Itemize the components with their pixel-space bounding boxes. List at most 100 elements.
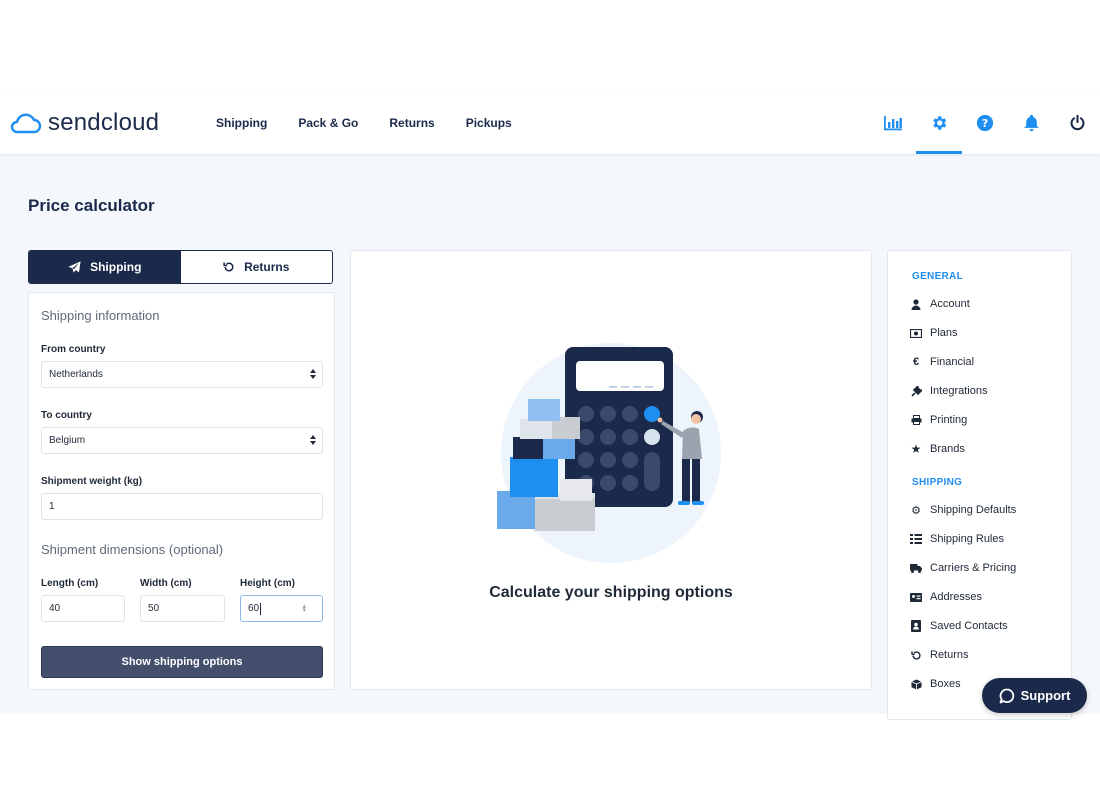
sidebar-item-brands[interactable]: ★ Brands [910, 442, 965, 456]
bell-icon [1023, 114, 1039, 132]
results-placeholder-text: Calculate your shipping options [489, 584, 733, 601]
sidebar-item-returns[interactable]: Returns [910, 649, 969, 661]
shipping-heading: SHIPPING [912, 477, 963, 488]
to-country-select[interactable]: Belgium [41, 427, 323, 454]
tab-shipping-label: Shipping [90, 260, 142, 274]
sendcloud-logo[interactable]: sendcloud [8, 109, 159, 137]
sidebar-item-shipping-defaults[interactable]: ⚙ Shipping Defaults [910, 504, 1016, 517]
shipping-form: Shipping information From country Nether… [28, 292, 335, 690]
page-title: Price calculator [28, 196, 155, 215]
sidebar-item-boxes[interactable]: Boxes [910, 678, 961, 690]
from-country-value: Netherlands [49, 369, 103, 380]
support-button[interactable]: Support [982, 678, 1087, 713]
settings-button[interactable] [916, 92, 962, 154]
sidebar-item-label: Brands [930, 443, 965, 455]
sidebar-item-shipping-rules[interactable]: Shipping Rules [910, 533, 1004, 545]
calculator-tabs: Shipping Returns [28, 250, 333, 284]
nav-pickups[interactable]: Pickups [466, 116, 512, 130]
truck-icon [910, 562, 922, 574]
paper-plane-icon [68, 260, 81, 273]
tab-shipping[interactable]: Shipping [29, 251, 181, 283]
sidebar-item-carriers-pricing[interactable]: Carriers & Pricing [910, 562, 1016, 574]
general-heading: GENERAL [912, 271, 963, 282]
sidebar-item-label: Carriers & Pricing [930, 562, 1017, 574]
weight-input[interactable]: 1 [41, 493, 323, 520]
from-country-select[interactable]: Netherlands [41, 361, 323, 388]
cloud-logo-icon [10, 113, 42, 134]
undo-icon [223, 262, 234, 272]
length-input[interactable]: 40 [41, 595, 125, 622]
weight-label: Shipment weight (kg) [41, 476, 143, 487]
euro-icon: € [912, 356, 920, 368]
top-header: sendcloud Shipping Pack & Go Returns Pic… [0, 92, 1100, 154]
sidebar-item-label: Shipping Rules [930, 533, 1004, 545]
address-card-icon [910, 591, 922, 603]
box-icon [910, 678, 922, 690]
analytics-icon [884, 116, 902, 131]
main-nav: Shipping Pack & Go Returns Pickups [216, 92, 543, 154]
power-icon [1070, 114, 1084, 131]
sidebar-item-label: Printing [930, 414, 968, 426]
width-value: 50 [148, 603, 160, 614]
nav-returns[interactable]: Returns [389, 116, 434, 130]
sidebar-item-label: Addresses [930, 591, 982, 603]
sidebar-item-label: Plans [930, 327, 958, 339]
plug-icon [910, 385, 922, 397]
height-value: 60 [248, 603, 260, 614]
sidebar-item-label: Account [930, 298, 970, 310]
logo-text: sendcloud [48, 109, 160, 136]
calculator-illustration [497, 343, 721, 563]
help-icon: ? [976, 114, 994, 132]
nav-pack-go[interactable]: Pack & Go [298, 116, 358, 130]
width-input[interactable]: 50 [140, 595, 225, 622]
text-cursor [260, 602, 262, 615]
app-shell: sendcloud Shipping Pack & Go Returns Pic… [0, 92, 1100, 720]
sidebar-item-account[interactable]: Account [910, 298, 970, 310]
results-panel: Calculate your shipping options [350, 250, 872, 690]
height-input[interactable]: 60 ▴ ▾ [240, 595, 323, 622]
sidebar-item-saved-contacts[interactable]: Saved Contacts [910, 620, 1008, 632]
select-arrows-icon [310, 369, 316, 379]
settings-sidebar: GENERAL Account Plans € Financial Integr… [887, 250, 1072, 720]
sidebar-item-plans[interactable]: Plans [910, 327, 958, 339]
chat-bubble-icon [999, 688, 1014, 703]
sidebar-item-label: Saved Contacts [930, 620, 1008, 632]
contact-book-icon [910, 620, 922, 632]
banknote-icon [910, 327, 922, 339]
rules-icon [910, 533, 922, 545]
weight-value: 1 [49, 501, 55, 512]
sidebar-item-label: Boxes [930, 678, 961, 690]
height-label: Height (cm) [240, 578, 295, 589]
gear-icon [933, 116, 947, 130]
help-button[interactable]: ? [962, 92, 1008, 154]
to-country-label: To country [41, 410, 92, 421]
svg-text:?: ? [982, 117, 988, 130]
notifications-button[interactable] [1008, 92, 1054, 154]
length-value: 40 [49, 603, 61, 614]
header-actions: ? [870, 92, 1100, 154]
sidebar-item-addresses[interactable]: Addresses [910, 591, 982, 603]
length-label: Length (cm) [41, 578, 99, 589]
tab-returns-label: Returns [244, 260, 290, 274]
sidebar-item-financial[interactable]: € Financial [910, 356, 974, 368]
logout-button[interactable] [1054, 92, 1100, 154]
gear-icon: ⚙ [911, 504, 921, 517]
show-shipping-options-button[interactable]: Show shipping options [41, 646, 323, 678]
dimensions-heading: Shipment dimensions (optional) [41, 542, 224, 557]
sidebar-item-label: Financial [930, 356, 975, 368]
from-country-label: From country [41, 344, 106, 355]
sidebar-item-label: Returns [930, 649, 969, 661]
sidebar-item-integrations[interactable]: Integrations [910, 385, 987, 397]
shipping-information-heading: Shipping information [41, 308, 160, 323]
star-icon: ★ [910, 442, 922, 456]
printer-icon [910, 414, 922, 426]
support-label: Support [1020, 688, 1071, 703]
nav-shipping[interactable]: Shipping [216, 116, 267, 130]
sidebar-item-printing[interactable]: Printing [910, 414, 967, 426]
number-spinner-icon[interactable]: ▴ ▾ [302, 603, 306, 614]
undo-icon [910, 649, 922, 661]
sidebar-item-label: Integrations [930, 385, 988, 397]
width-label: Width (cm) [140, 578, 192, 589]
tab-returns[interactable]: Returns [181, 251, 333, 283]
analytics-button[interactable] [870, 92, 916, 154]
